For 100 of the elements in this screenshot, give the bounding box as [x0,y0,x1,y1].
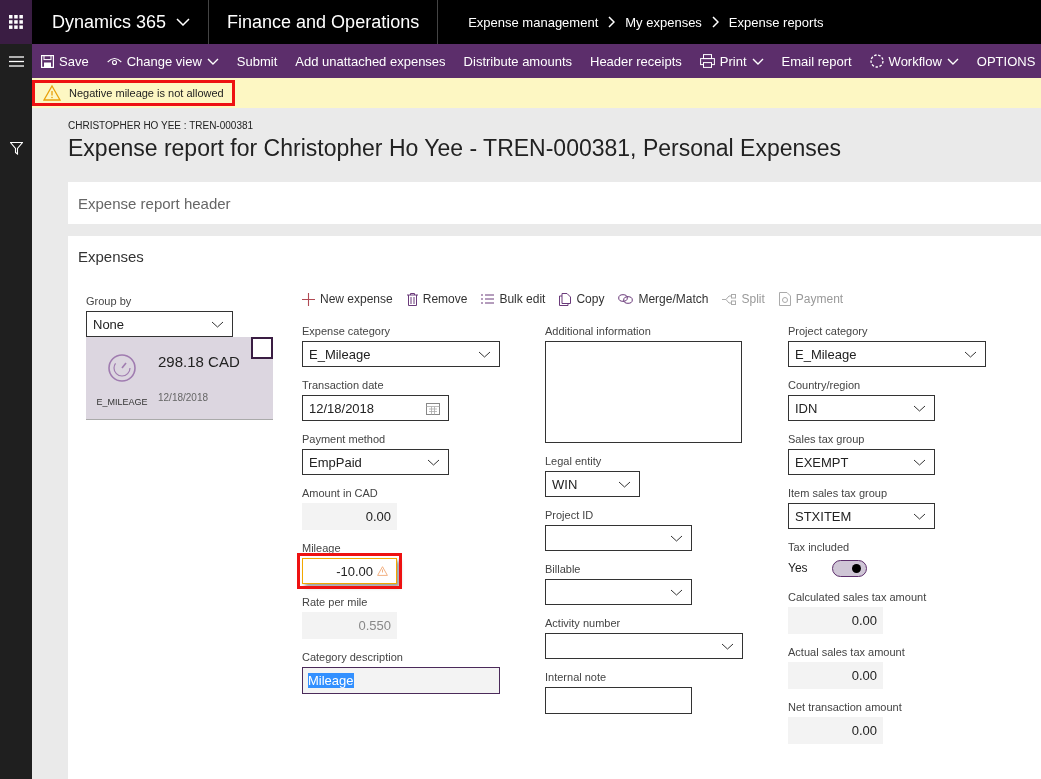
toolbar-button[interactable]: New expense [302,292,393,306]
record-caption: CHRISTOPHER HO YEE : TREN-000381 [68,120,255,131]
field-label: Actual sales tax amount [788,646,906,660]
plus-icon [302,292,315,306]
gauge-icon [107,353,137,383]
dropdown-field[interactable]: IDN [788,395,935,421]
warning-message: Negative mileage is not allowed [32,80,235,106]
toolbar-button[interactable]: Merge/Match [618,292,709,306]
field-label: Category description [302,651,404,665]
section-title: Expenses [78,248,145,265]
toggle-switch[interactable] [831,559,867,577]
warning-icon [377,566,388,576]
field-label: Tax included [788,541,851,555]
group-by-dropdown[interactable]: None [86,311,233,337]
action-button[interactable]: Print [690,44,773,78]
field-label: Mileage [302,542,342,556]
field-label: Group by [86,295,133,309]
action-button[interactable]: Distribute amounts [454,44,581,78]
chevron-down-icon [964,350,977,358]
read-only-field: 0.00 [302,503,397,530]
field-label: Activity number [545,617,622,631]
field-label: Project category [788,325,869,339]
action-button[interactable]: Email report [772,44,861,78]
field-label: Sales tax group [788,433,866,447]
trash-icon [406,292,418,306]
action-button[interactable]: Change view [97,44,228,78]
action-button[interactable]: Header receipts [581,44,691,78]
dropdown-field[interactable]: WIN [545,471,640,497]
field-label: Country/region [788,379,862,393]
read-only-field: 0.00 [788,662,883,689]
text-field[interactable] [545,687,692,714]
expense-date: 12/18/2018 [158,392,210,403]
dropdown-field[interactable]: E_Mileage [302,341,500,367]
menu-icon[interactable] [8,55,24,67]
header-section[interactable]: Expense report header [68,182,1041,224]
chevron-down-icon [427,458,440,466]
dropdown-field[interactable]: E_Mileage [788,341,986,367]
toolbar-button[interactable]: Remove [406,292,468,306]
read-only-field: 0.00 [788,717,883,744]
filter-icon[interactable] [9,142,23,155]
dropdown-field[interactable] [545,579,692,605]
field-label: Billable [545,563,582,577]
link-icon [618,294,634,304]
chevron-down-icon [913,512,926,520]
text-area[interactable] [545,341,742,443]
dropdown-field[interactable] [545,525,692,551]
action-button[interactable]: Save [32,44,98,78]
chevron-down-icon [618,480,631,488]
toolbar-button[interactable]: Copy [559,292,605,306]
dropdown-field[interactable]: EXEMPT [788,449,935,475]
action-button[interactable]: Workflow [860,44,968,78]
chevron-right-icon [608,16,616,28]
read-only-field: 0.00 [788,607,883,634]
chevron-down-icon [478,350,491,358]
date-field[interactable]: 12/18/2018 [302,395,449,421]
document-icon [778,292,791,306]
waffle-icon [9,15,23,29]
field-label: Internal note [545,671,608,685]
save-icon [41,54,54,68]
field-label: Calculated sales tax amount [788,591,928,605]
split-icon [722,293,737,305]
toolbar-button[interactable]: Bulk edit [481,292,546,306]
page-title: Expense report for Christopher Ho Yee - TREN-000381, Personal Expenses [68,135,843,162]
field-label: Project ID [545,509,595,523]
action-button[interactable]: Submit [227,44,287,78]
chevron-down-icon [913,458,926,466]
checkbox[interactable] [251,337,273,359]
copy-icon [559,292,572,306]
breadcrumb-link[interactable]: Expense reports [728,14,824,30]
field-label: Payment method [302,433,387,447]
warning-icon [43,85,61,101]
dropdown-field[interactable]: EmpPaid [302,449,449,475]
expense-amount: 298.18 CAD [158,353,240,370]
dropdown-field[interactable] [545,633,743,659]
dropdown-field[interactable]: STXITEM [788,503,935,529]
category-code: E_MILEAGE [96,397,148,407]
field-label: Transaction date [302,379,385,393]
chevron-down-icon [913,404,926,412]
chevron-down-icon [211,320,224,328]
field-label: Rate per mile [302,596,369,610]
chevron-down-icon [721,642,734,650]
read-only-field: 0.550 [302,612,397,639]
expense-card[interactable]: E_MILEAGE 298.18 CAD 12/18/2018 [86,337,273,420]
field-label: Expense category [302,325,392,339]
action-button[interactable]: Add unattached expenses [286,44,455,78]
action-button[interactable]: OPTIONS [967,44,1041,78]
eye-icon [106,56,122,66]
breadcrumb-link[interactable]: My expenses [625,14,702,30]
field-label: Additional information [545,325,652,339]
field-label: Net transaction amount [788,701,903,715]
chevron-right-icon [711,16,719,28]
chevron-down-icon [670,534,683,542]
app-launcher-button[interactable] [0,0,32,44]
chevron-down-icon [176,18,191,26]
calendar-icon[interactable] [426,401,440,415]
breadcrumb-link[interactable]: Expense management [468,14,599,30]
printer-icon [699,54,715,68]
chevron-down-icon [670,588,683,596]
field-label: Item sales tax group [788,487,889,501]
field-label: Legal entity [545,455,603,469]
